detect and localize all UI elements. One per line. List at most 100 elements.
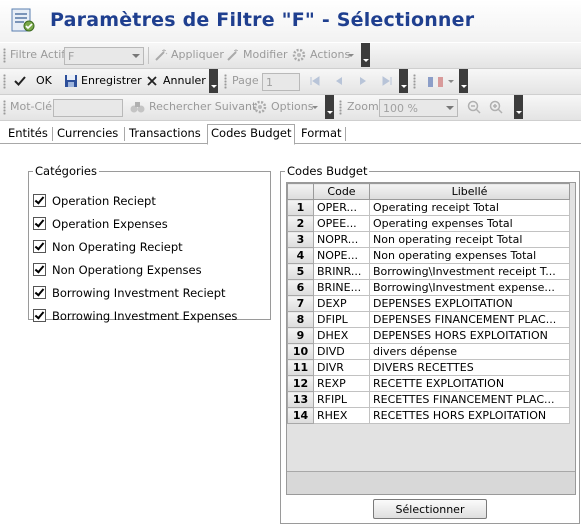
- filter-active-label: Filtre Actif: [10, 48, 66, 61]
- page-number-value: 1: [266, 76, 273, 89]
- toolbar-overflow-button[interactable]: [399, 69, 408, 93]
- checkbox-checked[interactable]: [33, 240, 46, 253]
- code-cell: DHEX: [313, 327, 370, 344]
- code-cell: RFIPL: [313, 391, 370, 408]
- checkbox-checked[interactable]: [33, 217, 46, 230]
- row-number[interactable]: 1: [287, 199, 314, 216]
- row-number[interactable]: 6: [287, 279, 314, 296]
- modify-button[interactable]: Modifier: [243, 43, 287, 67]
- table-row[interactable]: 10 DIVD divers dépense: [287, 343, 570, 360]
- toolbar-overflow-button[interactable]: [361, 43, 370, 67]
- zoom-in-icon[interactable]: [489, 100, 503, 114]
- previous-page-icon[interactable]: [334, 76, 344, 86]
- row-header-corner: [287, 183, 314, 200]
- tab-codes-budget[interactable]: Codes Budget: [207, 124, 296, 145]
- tab-currencies[interactable]: Currencies: [54, 125, 121, 142]
- toolbar-grip[interactable]: [413, 74, 416, 89]
- row-number[interactable]: 9: [287, 327, 314, 344]
- category-checkbox[interactable]: Operation Expenses: [33, 216, 168, 232]
- code-cell: DIVR: [313, 359, 370, 376]
- category-checkbox[interactable]: Borrowing Investment Reciept: [33, 285, 226, 301]
- table-row[interactable]: 8 DFIPL DEPENSES FINANCEMENT PLAC...: [287, 311, 570, 328]
- first-page-icon[interactable]: [310, 76, 320, 86]
- row-number[interactable]: 3: [287, 231, 314, 248]
- table-row[interactable]: 9 DHEX DEPENSES HORS EXPLOITATION: [287, 327, 570, 344]
- column-header-code[interactable]: Code: [313, 183, 370, 200]
- row-number[interactable]: 2: [287, 215, 314, 232]
- filter-active-dropdown[interactable]: F: [64, 47, 144, 65]
- zoom-dropdown[interactable]: 100 %: [379, 99, 458, 117]
- table-row[interactable]: 11 DIVR DIVERS RECETTES: [287, 359, 570, 376]
- keyword-input[interactable]: [53, 99, 123, 117]
- page-number-input[interactable]: 1: [262, 73, 300, 91]
- magic-wand-icon: [155, 49, 168, 61]
- table-row[interactable]: 1 OPER... Operating receipt Total: [287, 199, 570, 216]
- cancel-button[interactable]: Annuler: [163, 69, 206, 93]
- table-row[interactable]: 3 NOPR... Non operating receipt Total: [287, 231, 570, 248]
- toolbar-overflow-button[interactable]: [459, 69, 468, 93]
- filter-toolbar: Filtre Actif F Appliquer Modifier Action…: [0, 43, 581, 69]
- save-button[interactable]: Enregistrer: [81, 69, 142, 93]
- row-number[interactable]: 13: [287, 391, 314, 408]
- code-cell: BRINR...: [313, 263, 370, 280]
- checkbox-checked[interactable]: [33, 309, 46, 322]
- toolbar-grip[interactable]: [339, 100, 342, 115]
- checkmark-icon: [14, 76, 26, 86]
- table-row[interactable]: 13 RFIPL RECETTES FINANCEMENT PLAC...: [287, 391, 570, 408]
- ok-button[interactable]: OK: [36, 69, 52, 93]
- row-number[interactable]: 12: [287, 375, 314, 392]
- last-page-icon[interactable]: [382, 76, 392, 86]
- checkbox-checked[interactable]: [33, 286, 46, 299]
- libelle-cell: Non operating receipt Total: [369, 231, 570, 248]
- row-number[interactable]: 14: [287, 407, 314, 424]
- row-number[interactable]: 10: [287, 343, 314, 360]
- toolbar-overflow-button[interactable]: [325, 95, 334, 119]
- options-menu[interactable]: Options: [271, 95, 313, 119]
- select-button[interactable]: Sélectionner: [373, 499, 487, 519]
- category-label: Operation Reciept: [52, 194, 156, 208]
- toolbar-overflow-button[interactable]: [209, 69, 218, 93]
- code-cell: RHEX: [313, 407, 370, 424]
- french-flag-icon[interactable]: [428, 77, 443, 87]
- row-number[interactable]: 8: [287, 311, 314, 328]
- table-row[interactable]: 12 REXP RECETTE EXPLOITATION: [287, 375, 570, 392]
- checkbox-checked[interactable]: [33, 194, 46, 207]
- toolbar-grip[interactable]: [224, 74, 227, 89]
- apply-button[interactable]: Appliquer: [171, 43, 224, 67]
- table-row[interactable]: 4 NOPE... Non operating expenses Total: [287, 247, 570, 264]
- actions-menu[interactable]: Actions: [310, 43, 350, 67]
- libelle-cell: DIVERS RECETTES: [369, 359, 570, 376]
- toolbar-overflow-button[interactable]: [514, 95, 523, 119]
- row-number[interactable]: 11: [287, 359, 314, 376]
- libelle-cell: divers dépense: [369, 343, 570, 360]
- zoom-out-icon[interactable]: [467, 100, 481, 114]
- codes-budget-grid[interactable]: Code Libellé 1 OPER... Operating receipt T…: [286, 182, 576, 495]
- code-cell: OPEE...: [313, 215, 370, 232]
- row-number[interactable]: 5: [287, 263, 314, 280]
- row-number[interactable]: 4: [287, 247, 314, 264]
- column-header-libelle[interactable]: Libellé: [369, 183, 570, 200]
- x-icon: [147, 76, 157, 86]
- search-next-button[interactable]: Rechercher Suivant: [149, 95, 256, 119]
- next-page-icon[interactable]: [358, 76, 368, 86]
- category-checkbox[interactable]: Non Operationg Expenses: [33, 262, 202, 278]
- chevron-down-icon: [446, 106, 454, 110]
- toolbar-grip[interactable]: [3, 48, 6, 63]
- table-row[interactable]: 6 BRINE... Borrowing\Investment expense...: [287, 279, 570, 296]
- tab-entites[interactable]: Entités: [5, 125, 51, 142]
- table-row[interactable]: 5 BRINR... Borrowing\Investment receipt T.…: [287, 263, 570, 280]
- category-checkbox[interactable]: Operation Reciept: [33, 193, 156, 209]
- toolbar-grip[interactable]: [3, 74, 6, 89]
- tab-transactions[interactable]: Transactions: [126, 125, 204, 142]
- table-row[interactable]: 2 OPEE... Operating expenses Total: [287, 215, 570, 232]
- table-row[interactable]: 7 DEXP DEPENSES EXPLOITATION: [287, 295, 570, 312]
- libelle-cell: RECETTES HORS EXPLOITATION: [369, 407, 570, 424]
- checkbox-checked[interactable]: [33, 263, 46, 276]
- tab-format[interactable]: Format: [298, 125, 345, 142]
- category-checkbox[interactable]: Non Operating Reciept: [33, 239, 183, 255]
- category-checkbox[interactable]: Borrowing Investment Expenses: [33, 308, 237, 324]
- category-label: Borrowing Investment Expenses: [52, 309, 238, 323]
- row-number[interactable]: 7: [287, 295, 314, 312]
- table-row[interactable]: 14 RHEX RECETTES HORS EXPLOITATION: [287, 407, 570, 424]
- toolbar-grip[interactable]: [3, 100, 6, 115]
